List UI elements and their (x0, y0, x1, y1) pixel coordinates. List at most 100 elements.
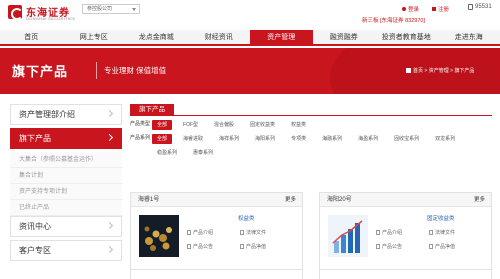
stock-ticker[interactable]: 新三板 [东海证券 832970] (362, 16, 425, 24)
top-bar: 东海证券 DONGHAI SECURITIES 参控股公司 登录 注册 9553… (0, 0, 500, 30)
page-banner: 旗下产品 专业理财 保值增值 首页 > 资产管理 > 旗下产品 (0, 48, 500, 94)
filter-product-series: 产品系列 全部 海睿进取 海祥系列 海阳系列 专项类 海融系列 海盈系列 固收宝… (130, 134, 492, 158)
product-card: 海阳20号 更多 固定收益类 产品介绍 法律文件 产品公告 产品净值 (319, 192, 492, 279)
filter-chip[interactable]: 权益类 (286, 120, 311, 130)
sidebar-item-label: 资产管理部介绍 (19, 110, 75, 119)
nav-item-margin-trading[interactable]: 融资融券 (313, 30, 376, 44)
nav-item-online[interactable]: 网上专区 (63, 30, 126, 44)
filter-chip[interactable]: FOF型 (178, 120, 203, 130)
filter-chip[interactable]: 海融系列 (317, 134, 347, 144)
doc-label: 产品净值 (246, 244, 267, 250)
sidebar-subitem-terminated[interactable]: 已终止产品 (10, 200, 122, 216)
product-card: 海睿1号 更多 权益类 产品介绍 法律文件 产品公告 产品净值 (130, 192, 303, 279)
filter-chip[interactable]: 海盈系列 (353, 134, 383, 144)
sidebar-item-customer-zone[interactable]: 客户专区 (10, 240, 122, 261)
card-header: 海睿1号 更多 (131, 193, 302, 207)
login-label: 登录 (408, 7, 420, 13)
doc-link-intro[interactable]: 产品介绍 (187, 229, 213, 236)
doc-link-intro[interactable]: 产品介绍 (376, 229, 402, 236)
hotline: 95531 (468, 4, 492, 10)
product-card-partial (130, 269, 303, 279)
product-name[interactable]: 海阳20号 (327, 193, 352, 207)
coins-illustration-icon (139, 215, 179, 257)
nav-item-asset-management[interactable]: 资产管理 (250, 30, 313, 44)
filter-chip[interactable]: 固定收益类 (245, 120, 280, 130)
chevron-right-icon (105, 109, 114, 118)
sidebar-item-news-center[interactable]: 资讯中心 (10, 216, 122, 237)
doc-label: 法律文件 (246, 230, 267, 236)
sidebar-item-label: 客户专区 (19, 246, 51, 255)
filter-chip[interactable]: 全部 (152, 120, 173, 130)
filter-chip[interactable]: 稳盈系列 (152, 148, 182, 158)
doc-link-announcement[interactable]: 产品公告 (376, 243, 402, 250)
nav-item-home[interactable]: 首页 (0, 30, 63, 44)
filter-chip[interactable]: 全部 (152, 134, 173, 144)
logo[interactable]: 东海证券 DONGHAI SECURITIES (8, 4, 78, 24)
doc-label: 产品公告 (193, 244, 214, 250)
home-icon (406, 68, 411, 73)
register-icon (432, 7, 436, 11)
logo-mark-icon (8, 5, 23, 20)
register-link[interactable]: 注册 (432, 5, 449, 13)
chevron-down-icon (132, 8, 136, 11)
sidebar: 资产管理部介绍 旗下产品 大集合（参照公募基金运作） 集合计划 资产支持专项计划… (10, 104, 122, 264)
sidebar-item-label: 旗下产品 (19, 134, 51, 143)
chevron-right-icon (105, 245, 114, 254)
card-header: 海阳20号 更多 (320, 193, 491, 207)
sidebar-item-department-intro[interactable]: 资产管理部介绍 (10, 104, 122, 125)
document-icon (429, 230, 433, 235)
nav-item-about[interactable]: 走进东海 (438, 30, 500, 44)
doc-link-nav[interactable]: 产品净值 (429, 243, 455, 250)
product-image (328, 215, 368, 257)
filter-label: 产品类型 (130, 121, 151, 127)
doc-link-legal[interactable]: 法律文件 (240, 229, 266, 236)
filter-label: 产品系列 (130, 135, 151, 141)
company-select[interactable]: 参控股公司 (82, 4, 140, 14)
company-select-value: 参控股公司 (87, 6, 113, 12)
login-link[interactable]: 登录 (402, 5, 419, 13)
doc-link-legal[interactable]: 法律文件 (429, 229, 455, 236)
register-label: 注册 (438, 7, 450, 13)
filter-chip[interactable]: 双龙系列 (430, 134, 460, 144)
document-icon (187, 244, 191, 249)
nav-item-mall[interactable]: 龙点金商城 (125, 30, 188, 44)
document-icon (376, 244, 380, 249)
filter-options: 全部 FOF型 混合偏股 固定收益类 权益类 (152, 120, 492, 130)
user-icon (402, 7, 406, 11)
main-nav: 首页 网上专区 龙点金商城 财经资讯 资产管理 融资融券 投资者教育基地 走进东… (0, 30, 500, 46)
doc-link-nav[interactable]: 产品净值 (240, 243, 266, 250)
product-card-partial (319, 269, 492, 279)
page-title: 旗下产品 (12, 64, 69, 79)
doc-link-announcement[interactable]: 产品公告 (187, 243, 213, 250)
sidebar-subitem-asset-support[interactable]: 资产支持专项计划 (10, 184, 122, 200)
section-tab[interactable]: 旗下产品 (130, 104, 174, 116)
more-link[interactable]: 更多 (474, 193, 485, 207)
page-subtitle: 专业理财 保值增值 (104, 66, 167, 75)
product-cards: 海睿1号 更多 权益类 产品介绍 法律文件 产品公告 产品净值 海阳20号 更多… (130, 192, 492, 279)
filter-chip[interactable]: 混合偏股 (209, 120, 239, 130)
nav-item-investor-education[interactable]: 投资者教育基地 (375, 30, 438, 44)
doc-label: 法律文件 (435, 230, 456, 236)
breadcrumb[interactable]: 首页 > 资产管理 > 旗下产品 (406, 67, 474, 74)
sidebar-subitem-large-collection[interactable]: 大集合（参照公募基金运作） (10, 152, 122, 168)
filter-chip[interactable]: 专项类 (286, 134, 311, 144)
filter-chip[interactable]: 海祥系列 (214, 134, 244, 144)
product-type-link[interactable]: 权益类 (238, 214, 255, 222)
filter-chip[interactable]: 海阳系列 (250, 134, 280, 144)
doc-label: 产品介绍 (193, 230, 214, 236)
document-icon (429, 244, 433, 249)
filter-options: 全部 海睿进取 海祥系列 海阳系列 专项类 海融系列 海盈系列 固收宝系列 双龙… (152, 134, 492, 158)
chevron-right-icon (105, 133, 114, 142)
sidebar-subitem-collection-plan[interactable]: 集合计划 (10, 168, 122, 184)
product-type-link[interactable]: 固定收益类 (427, 214, 455, 222)
hotline-number: 95531 (475, 4, 492, 10)
nav-item-news[interactable]: 财经资讯 (188, 30, 251, 44)
product-name[interactable]: 海睿1号 (138, 193, 159, 207)
chevron-right-icon (105, 221, 114, 230)
phone-icon (468, 4, 473, 10)
filter-chip[interactable]: 海睿进取 (178, 134, 208, 144)
more-link[interactable]: 更多 (285, 193, 296, 207)
sidebar-item-products[interactable]: 旗下产品 (10, 128, 122, 149)
filter-chip[interactable]: 惠泰系列 (188, 148, 218, 158)
filter-chip[interactable]: 固收宝系列 (389, 134, 424, 144)
